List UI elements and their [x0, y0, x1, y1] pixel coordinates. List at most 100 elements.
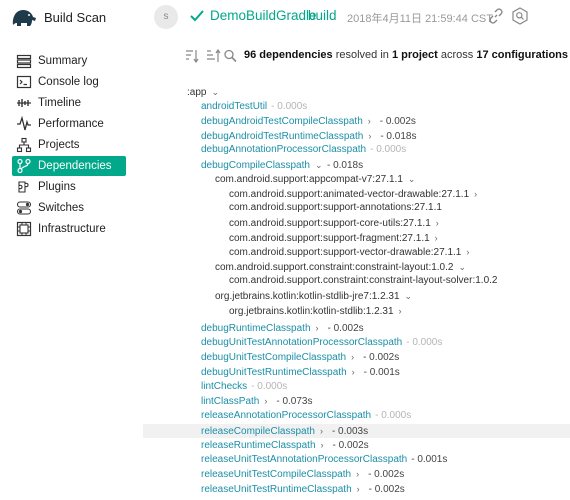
tree-row[interactable]: debugUnitTestRuntimeClasspath › - 0.001s — [201, 365, 400, 379]
sidebar-item-infrastructure[interactable]: Infrastructure — [12, 219, 126, 239]
tree-row-name[interactable]: lintChecks — [201, 381, 247, 392]
sidebar-item-dependencies[interactable]: Dependencies — [12, 156, 126, 176]
tree-row[interactable]: :app ⌄ — [187, 85, 219, 99]
tree-row[interactable]: com.android.support.constraint:constrain… — [215, 260, 466, 274]
tree-row[interactable]: com.android.support:support-vector-drawa… — [229, 245, 474, 259]
chevron-right-icon[interactable]: › — [435, 231, 443, 245]
tree-row[interactable]: releaseUnitTestCompileClasspath › - 0.002s — [201, 467, 404, 481]
tree-row[interactable]: debugAndroidTestRuntimeClasspath › - 0.018… — [201, 129, 416, 143]
search-icon[interactable] — [224, 49, 237, 63]
chevron-right-icon[interactable]: › — [321, 438, 329, 452]
tree-row[interactable]: lintChecks - 0.000s — [201, 380, 287, 394]
chevron-down-icon[interactable]: ⌄ — [405, 289, 413, 303]
sidebar-item-timeline[interactable]: Timeline — [12, 93, 126, 113]
tree-row[interactable]: debugRuntimeClasspath › - 0.002s — [201, 321, 364, 335]
tree-row-name[interactable]: org.jetbrains.kotlin:kotlin-stdlib:1.2.3… — [229, 306, 394, 317]
tree-row[interactable]: com.android.support:animated-vector-draw… — [229, 187, 482, 201]
tree-row-name[interactable]: com.android.support:support-annotations:… — [229, 202, 442, 213]
tree-row-name[interactable]: androidTestUtil — [201, 101, 267, 112]
tree-row-name[interactable]: releaseAnnotationProcessorClasspath — [201, 410, 371, 421]
tree-row[interactable]: com.android.support:support-annotations:… — [229, 201, 442, 215]
resolution-duration: - 0.001s — [363, 367, 400, 378]
tree-row[interactable]: releaseCompileClasspath › - 0.003s — [201, 424, 368, 438]
tree-row[interactable]: debugUnitTestAnnotationProcessorClasspat… — [201, 336, 442, 350]
chevron-right-icon[interactable]: › — [264, 394, 272, 408]
tree-row-name[interactable]: com.android.support.constraint:constrain… — [215, 262, 453, 273]
tree-row-name[interactable]: debugAnnotationProcessorClasspath — [201, 144, 366, 155]
tree-row[interactable]: lintClassPath › - 0.073s — [201, 394, 313, 408]
tree-row[interactable]: org.jetbrains.kotlin:kotlin-stdlib:1.2.3… — [229, 304, 407, 318]
tree-row[interactable]: org.jetbrains.kotlin:kotlin-stdlib-jre7:… — [215, 289, 413, 303]
tree-row-name[interactable]: com.android.support:support-core-utils:2… — [229, 218, 431, 229]
elephant-logo-icon[interactable] — [10, 5, 38, 29]
chevron-right-icon[interactable]: › — [466, 245, 474, 259]
tree-row-name[interactable]: debugAndroidTestCompileClasspath — [201, 116, 363, 127]
resolution-duration: - 0.001s — [411, 454, 448, 465]
tree-row[interactable]: debugAnnotationProcessorClasspath - 0.000… — [201, 143, 406, 157]
tree-row-name[interactable]: debugUnitTestRuntimeClasspath — [201, 367, 347, 378]
chevron-right-icon[interactable]: › — [436, 216, 444, 230]
expand-all-icon[interactable] — [207, 48, 221, 62]
tree-row[interactable]: debugUnitTestCompileClasspath › - 0.002s — [201, 350, 399, 364]
tree-row[interactable]: com.android.support.constraint:constrain… — [229, 274, 497, 288]
tree-row[interactable]: debugAndroidTestCompileClasspath › - 0.002… — [201, 114, 416, 128]
chevron-right-icon[interactable]: › — [320, 424, 328, 438]
sidebar-item-performance[interactable]: Performance — [12, 114, 126, 134]
tree-row-name[interactable]: debugAndroidTestRuntimeClasspath — [201, 131, 363, 142]
sidebar-item-switches[interactable]: Switches — [12, 198, 126, 218]
chevron-right-icon[interactable]: › — [352, 365, 360, 379]
tree-row[interactable]: debugCompileClasspath ⌄ - 0.018s — [201, 158, 363, 172]
tree-row[interactable]: releaseUnitTestAnnotationProcessorClassp… — [201, 453, 447, 467]
chevron-down-icon[interactable]: ⌄ — [211, 85, 219, 99]
success-check-icon — [190, 10, 204, 22]
resolution-duration: - 0.002s — [363, 352, 400, 363]
tree-row[interactable]: releaseRuntimeClasspath › - 0.002s — [201, 438, 369, 452]
timeline-icon — [17, 99, 31, 107]
chevron-right-icon[interactable]: › — [356, 467, 364, 481]
tree-row-name[interactable]: debugUnitTestAnnotationProcessorClasspat… — [201, 337, 402, 348]
resolution-duration: - 0.018s — [380, 131, 417, 142]
tree-row-name[interactable]: releaseUnitTestRuntimeClasspath — [201, 484, 352, 495]
tree-row[interactable]: com.android.support:support-core-utils:2… — [229, 216, 444, 230]
chevron-right-icon[interactable]: › — [357, 482, 365, 496]
avatar[interactable]: s — [154, 5, 178, 29]
tree-row-name[interactable]: debugRuntimeClasspath — [201, 323, 311, 334]
chevron-right-icon[interactable]: › — [399, 304, 407, 318]
chevron-down-icon[interactable]: ⌄ — [408, 172, 416, 186]
sidebar-item-summary[interactable]: Summary — [12, 51, 126, 71]
tree-row-name[interactable]: lintClassPath — [201, 396, 259, 407]
tree-row-name[interactable]: org.jetbrains.kotlin:kotlin-stdlib-jre7:… — [215, 291, 400, 302]
tree-row-name[interactable]: :app — [187, 87, 206, 98]
chevron-right-icon[interactable]: › — [316, 321, 324, 335]
tree-row-name[interactable]: com.android.support:support-fragment:27.… — [229, 233, 430, 244]
search-scans-icon[interactable] — [511, 7, 529, 25]
tree-row-name[interactable]: com.android.support:appcompat-v7:27.1.1 — [215, 174, 403, 185]
tree-row-name[interactable]: debugCompileClasspath — [201, 160, 310, 171]
tree-row[interactable]: com.android.support:support-fragment:27.… — [229, 231, 443, 245]
tree-row[interactable]: releaseUnitTestRuntimeClasspath › - 0.002s — [201, 482, 405, 496]
sidebar-item-console-log[interactable]: Console log — [12, 72, 126, 92]
collapse-all-icon[interactable] — [186, 50, 199, 64]
sidebar-item-projects[interactable]: Projects — [12, 135, 126, 155]
link-icon[interactable] — [488, 8, 504, 24]
tree-row-name[interactable]: releaseUnitTestAnnotationProcessorClassp… — [201, 454, 407, 465]
chevron-down-icon[interactable]: ⌄ — [315, 158, 323, 172]
resolution-duration: - 0.002s — [332, 440, 369, 451]
chevron-down-icon[interactable]: ⌄ — [458, 260, 466, 274]
tree-row[interactable]: com.android.support:appcompat-v7:27.1.1 ⌄ — [215, 172, 416, 186]
sidebar-item-plugins[interactable]: Plugins — [12, 177, 126, 197]
chevron-right-icon[interactable]: › — [368, 129, 376, 143]
resolution-duration: - 0.002s — [368, 484, 405, 495]
tree-row-name[interactable]: releaseUnitTestCompileClasspath — [201, 469, 351, 480]
tree-row-name[interactable]: debugUnitTestCompileClasspath — [201, 352, 346, 363]
tree-row[interactable]: releaseAnnotationProcessorClasspath - 0.0… — [201, 409, 411, 423]
chevron-right-icon[interactable]: › — [351, 350, 359, 364]
tree-row-name[interactable]: com.android.support.constraint:constrain… — [229, 275, 497, 286]
tree-row[interactable]: androidTestUtil - 0.000s — [201, 100, 307, 114]
tree-row-name[interactable]: releaseCompileClasspath — [201, 426, 315, 437]
tree-row-name[interactable]: releaseRuntimeClasspath — [201, 440, 316, 451]
tree-row-name[interactable]: com.android.support:animated-vector-draw… — [229, 189, 469, 200]
tree-row-name[interactable]: com.android.support:support-vector-drawa… — [229, 247, 461, 258]
chevron-right-icon[interactable]: › — [368, 114, 376, 128]
chevron-right-icon[interactable]: › — [474, 187, 482, 201]
